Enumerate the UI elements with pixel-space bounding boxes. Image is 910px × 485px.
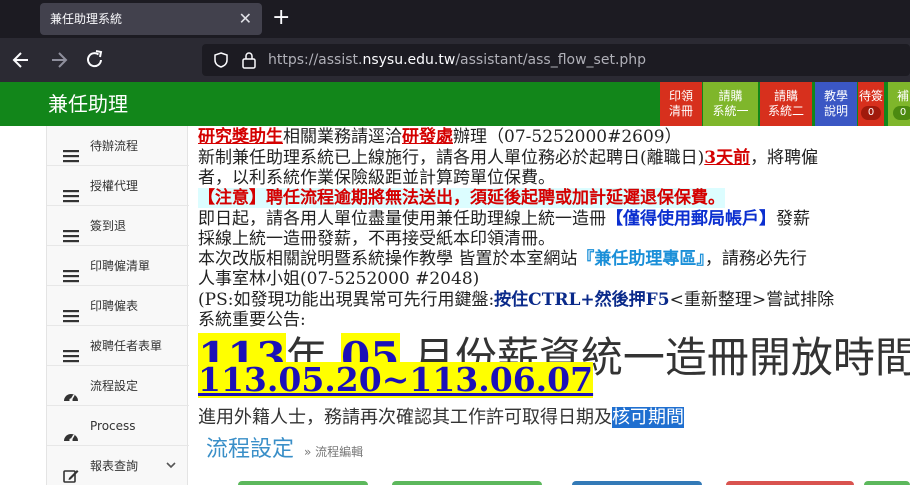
header-button-label: 教學 bbox=[823, 89, 848, 103]
sidebar-item-9[interactable]: 報表查詢 bbox=[47, 446, 189, 485]
announcement-line: 採線上統一造冊發薪，不再接受紙本印領清冊。 bbox=[198, 229, 555, 249]
menu-icon bbox=[63, 179, 79, 203]
header-button-2[interactable]: 請購 系統一 bbox=[703, 82, 758, 126]
tab-close-icon[interactable]: ✕ bbox=[239, 3, 252, 35]
sidebar-item-1[interactable]: 待辦流程 bbox=[47, 126, 189, 166]
browser-tab[interactable]: 兼任助理系統 ✕ bbox=[40, 3, 262, 35]
header-button-label: 清冊 bbox=[668, 104, 693, 118]
header-button-label: 請購 bbox=[773, 89, 798, 103]
new-tab-button[interactable]: + bbox=[272, 4, 290, 32]
foreign-worker-note: 進用外籍人士，務請再次確認其工作許可取得日期及核可期間 bbox=[198, 407, 684, 428]
browser-nav-bar: https://assist.nsysu.edu.tw/assistant/as… bbox=[0, 38, 910, 82]
sidebar-item-4[interactable]: 印聘僱清單 bbox=[47, 246, 189, 286]
action-button[interactable] bbox=[726, 481, 854, 485]
shield-icon[interactable] bbox=[214, 52, 228, 68]
announcement-line: 新制兼任助理系統已上線施行，請各用人單位務必於起聘日(離職日)3天前，將聘僱 bbox=[198, 148, 819, 168]
announcement-line: 本次改版相關說明暨系統操作教學 皆置於本室網站『兼任助理專區』，請務必先行 bbox=[198, 249, 807, 269]
action-button[interactable] bbox=[572, 481, 702, 485]
main-content: 研究獎助生相關業務請逕洽研發處辦理（07-5252000#2609） 新制兼任助… bbox=[196, 126, 910, 485]
address-bar[interactable]: https://assist.nsysu.edu.tw/assistant/as… bbox=[202, 44, 910, 76]
sidebar-item-label: 報表查詢 bbox=[90, 459, 139, 473]
header-button-1[interactable]: 印領 清冊 bbox=[660, 82, 702, 126]
header-button-label: 請購 bbox=[718, 89, 743, 103]
action-button[interactable] bbox=[864, 481, 910, 485]
tab-title: 兼任助理系統 bbox=[50, 12, 123, 26]
announcement-line: 即日起，請各用人單位盡量使用兼任助理線上統一造冊【僅得使用郵局帳戶】發薪 bbox=[198, 209, 810, 229]
sidebar-item-label: 印聘僱表 bbox=[90, 299, 139, 313]
announcement-line: 者，以利系統作業保險級距並計算跨單位保費。 bbox=[198, 168, 555, 188]
lock-icon[interactable] bbox=[242, 51, 256, 69]
sidebar-item-label: 簽到退 bbox=[90, 219, 127, 233]
announcement-line: 研究獎助生相關業務請逕洽研發處辦理（07-5252000#2609） bbox=[198, 127, 682, 147]
browser-tab-bar: 兼任助理系統 ✕ + bbox=[0, 0, 910, 38]
sidebar-item-7[interactable]: 流程設定 bbox=[47, 366, 189, 406]
assistant-zone-link[interactable]: 『兼任助理專區』 bbox=[577, 249, 705, 269]
action-button[interactable] bbox=[392, 481, 542, 485]
sidebar-item-5[interactable]: 印聘僱表 bbox=[47, 286, 189, 326]
url-text: https://assist.nsysu.edu.tw/assistant/as… bbox=[268, 52, 647, 68]
count-badge: 0 bbox=[893, 106, 910, 120]
menu-icon bbox=[63, 139, 79, 163]
sidebar-item-label: 授權代理 bbox=[90, 179, 139, 193]
sidebar-item-2[interactable]: 授權代理 bbox=[47, 166, 189, 206]
sidebar-item-3[interactable]: 簽到退 bbox=[47, 206, 189, 246]
sidebar-item-label: 被聘任者表單 bbox=[90, 339, 163, 353]
dashboard-icon bbox=[63, 419, 79, 442]
sidebar-item-label: 待辦流程 bbox=[90, 139, 139, 153]
sidebar-item-6[interactable]: 被聘任者表單 bbox=[47, 326, 189, 366]
sidebar-item-label: Process bbox=[90, 419, 136, 433]
breadcrumb[interactable]: » 流程編輯 bbox=[304, 445, 363, 459]
header-button-label: 補 bbox=[896, 89, 909, 103]
brand-title[interactable]: 兼任助理 bbox=[48, 82, 128, 126]
back-icon[interactable] bbox=[12, 38, 30, 82]
menu-icon bbox=[63, 299, 79, 323]
menu-icon bbox=[63, 339, 79, 363]
announcement-line: 系統重要公告: bbox=[198, 310, 306, 330]
header-button-6[interactable]: 補0 bbox=[888, 82, 910, 126]
sidebar-item-8[interactable]: Process bbox=[47, 406, 189, 446]
announcement-line: (PS:如發現功能出現異常可先行用鍵盤:按住CTRL+然後押F5<重新整理>嘗試… bbox=[198, 290, 835, 310]
action-button[interactable] bbox=[238, 481, 368, 485]
announcement-line: 人事室林小姐(07-5252000 #2048) bbox=[198, 269, 480, 289]
sidebar: 待辦流程授權代理簽到退印聘僱清單印聘僱表被聘任者表單 流程設定 Process 報表查… bbox=[46, 126, 189, 485]
edit-icon bbox=[63, 459, 79, 483]
menu-icon bbox=[63, 259, 79, 283]
chevron-down-icon[interactable] bbox=[165, 446, 177, 485]
header-button-label: 待簽 bbox=[858, 89, 883, 103]
header-button-label: 系統一 bbox=[712, 104, 749, 118]
app-header: 兼任助理 印領 清冊 請購 系統一 請購 系統二 教學 說明 待簽 0 補 0 bbox=[0, 82, 910, 126]
announcement-warning: 【注意】聘任流程逾期將無法送出，須延後起聘或加計延遲退保保費。 bbox=[198, 188, 725, 208]
payroll-date-range: 113.05.20~113.06.07 bbox=[198, 360, 594, 399]
forward-icon[interactable] bbox=[50, 38, 68, 82]
header-button-3[interactable]: 請購 系統二 bbox=[760, 82, 812, 126]
dashboard-icon bbox=[63, 379, 79, 402]
page-title: 流程設定» 流程編輯 bbox=[206, 437, 364, 462]
sidebar-item-label: 流程設定 bbox=[90, 379, 139, 393]
reload-icon[interactable] bbox=[86, 38, 104, 82]
header-button-4[interactable]: 教學 說明 bbox=[815, 82, 857, 126]
count-badge: 0 bbox=[861, 106, 881, 120]
header-button-label: 印領 bbox=[668, 89, 693, 103]
header-button-5[interactable]: 待簽 0 bbox=[858, 82, 884, 126]
menu-icon bbox=[63, 219, 79, 243]
header-button-label: 說明 bbox=[823, 104, 848, 118]
header-button-label: 系統二 bbox=[767, 104, 804, 118]
sidebar-item-label: 印聘僱清單 bbox=[90, 259, 151, 273]
